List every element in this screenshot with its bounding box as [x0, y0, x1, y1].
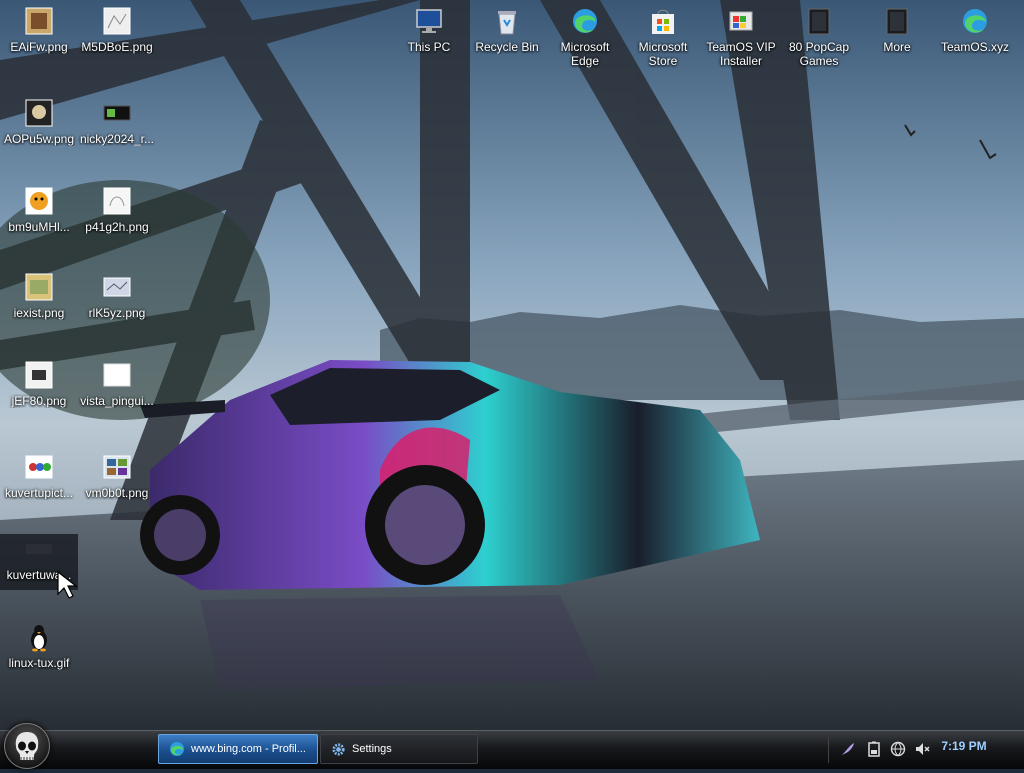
image-file-icon [25, 187, 53, 215]
image-file-icon [103, 105, 131, 121]
recycle-bin-icon [498, 11, 516, 35]
image-file-icon [26, 544, 52, 554]
desktop-icon-microsoft-edge[interactable]: Microsoft Edge [546, 6, 624, 68]
desktop-icon-label: M5DBoE.png [81, 40, 153, 54]
desktop-icon-teamos-xyz[interactable]: TeamOS.xyz [936, 6, 1014, 54]
desktop-icon-label: This PC [407, 40, 451, 54]
desktop-icon-label: jEF80.png [11, 394, 67, 408]
desktop-icon-m5dboe[interactable]: M5DBoE.png [78, 6, 156, 54]
desktop-icon-linux-tux[interactable]: linux-tux.gif [0, 622, 78, 670]
edge-browser-icon [573, 9, 597, 33]
desktop-icon-label: p41g2h.png [85, 220, 149, 234]
desktop-icon-label: 80 PopCap Games [788, 40, 850, 68]
taskbar-window-edge[interactable]: www.bing.com - Profil... [158, 734, 318, 764]
gear-icon [332, 742, 345, 756]
image-file-icon [103, 363, 131, 387]
games-folder-icon [808, 8, 830, 35]
network-icon[interactable] [890, 741, 906, 757]
image-file-icon [103, 187, 131, 215]
desktop-icon-this-pc[interactable]: This PC [390, 6, 468, 54]
desktop-icon-label: TeamOS.xyz [940, 40, 1009, 54]
folder-icon [886, 8, 908, 35]
desktop-icon-label: kuvertupict... [4, 486, 74, 500]
image-file-icon [25, 99, 53, 127]
desktop-icon-popcap-games[interactable]: 80 PopCap Games [780, 6, 858, 68]
clock-time: 7:19 PM [941, 739, 987, 753]
desktop-icon-iexist[interactable]: iexist.png [0, 272, 78, 320]
desktop-icon-label: EAiFw.png [10, 40, 68, 54]
taskbar-window-label: www.bing.com - Profil... [191, 743, 306, 755]
desktop-icon-kuvertupict[interactable]: kuvertupict... [0, 452, 78, 500]
desktop-icon-more[interactable]: More [858, 6, 936, 54]
desktop-icon-label: Microsoft Store [638, 40, 688, 68]
image-file-icon [25, 273, 53, 301]
taskbar-clock[interactable]: 7:19 PM [932, 735, 996, 763]
desktop-icon-nicky2024[interactable]: nicky2024_r... [78, 98, 156, 146]
desktop-icon-bm9umhl[interactable]: bm9uMHl... [0, 186, 78, 234]
desktop-icon-label: bm9uMHl... [8, 220, 70, 234]
desktop-icon-vm0b0t[interactable]: vm0b0t.png [78, 452, 156, 500]
desktop-icon-label: Microsoft Edge [560, 40, 610, 68]
desktop-icon-vista-pingui[interactable]: vista_pingui... [78, 360, 156, 408]
desktop-icon-label: AOPu5w.png [3, 132, 75, 146]
tux-penguin-icon [31, 625, 47, 652]
desktop-icon-label: linux-tux.gif [8, 656, 70, 670]
mouse-pointer-icon [57, 570, 78, 599]
image-file-icon [25, 361, 53, 389]
desktop-icon-label: nicky2024_r... [79, 132, 155, 146]
desktop-icon-label: iexist.png [13, 306, 65, 320]
desktop-icon-teamos-vip-installer[interactable]: TeamOS VIP Installer [702, 6, 780, 68]
desktop-icon-label: More [883, 40, 911, 54]
store-bag-icon [652, 9, 674, 34]
feather-icon[interactable] [840, 741, 856, 757]
battery-icon[interactable] [866, 741, 882, 757]
desktop-icon-microsoft-store[interactable]: Microsoft Store [624, 6, 702, 68]
taskbar-window-settings[interactable]: Settings [320, 734, 478, 764]
desktop-icon-eaifw[interactable]: EAiFw.png [0, 6, 78, 54]
taskbar-separator [828, 737, 829, 763]
desktop-icon-label: vista_pingui... [80, 394, 154, 408]
start-button[interactable] [4, 723, 50, 769]
desktop-icon-jef80[interactable]: jEF80.png [0, 360, 78, 408]
desktop-icon-label: TeamOS VIP Installer [706, 40, 776, 68]
desktop-icon-aopu5w[interactable]: AOPu5w.png [0, 98, 78, 146]
installer-icon [729, 11, 753, 31]
image-file-icon [103, 277, 131, 297]
image-file-icon [25, 455, 53, 479]
edge-browser-icon [170, 742, 184, 756]
image-file-icon [103, 455, 131, 479]
desktop-icon-rlk5yz[interactable]: rlK5yz.png [78, 272, 156, 320]
desktop-icon-label: vm0b0t.png [85, 486, 149, 500]
desktop-icon-p41g2h[interactable]: p41g2h.png [78, 186, 156, 234]
skull-icon [15, 732, 39, 760]
desktop-icon-label: rlK5yz.png [88, 306, 146, 320]
edge-browser-icon [963, 9, 987, 33]
desktop-icon-label: Recycle Bin [475, 40, 539, 54]
image-file-icon [25, 7, 53, 35]
taskbar: www.bing.com - Profil... Settings 7:19 P… [0, 723, 1024, 769]
image-file-icon [103, 7, 131, 35]
volume-muted-icon[interactable] [914, 741, 930, 757]
computer-monitor-icon [416, 9, 442, 33]
desktop-icon-recycle-bin[interactable]: Recycle Bin [468, 6, 546, 54]
taskbar-window-label: Settings [352, 743, 392, 755]
